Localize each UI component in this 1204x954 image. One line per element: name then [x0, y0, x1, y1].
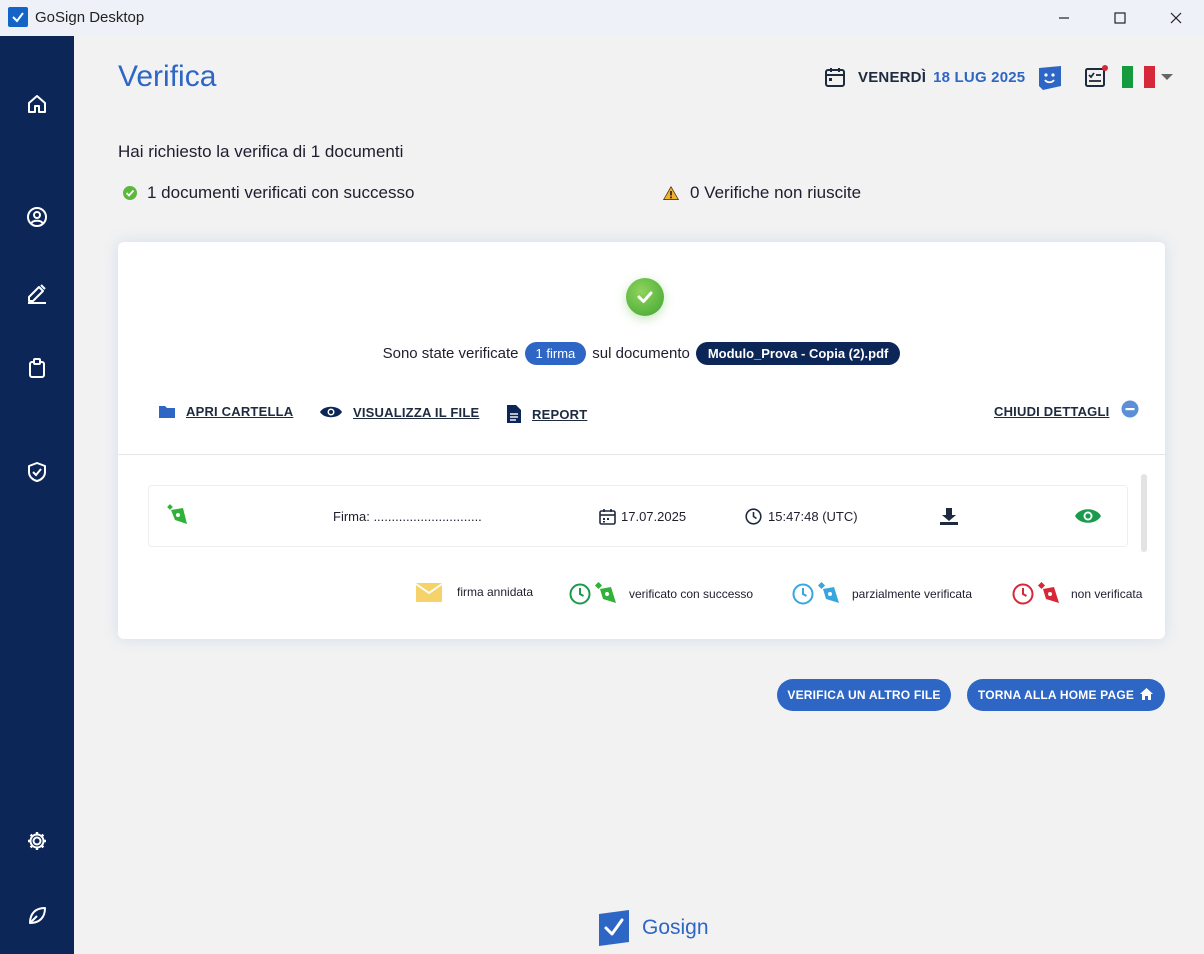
legend-partial: parzialmente verificata [792, 582, 972, 606]
signature-partial-icon [817, 582, 839, 603]
page-title: Verifica [118, 60, 217, 93]
legend-verified: verificato con successo [569, 582, 753, 606]
date-day: VENERDÌ [858, 68, 927, 86]
document-name-badge: Modulo_Prova - Copia (2).pdf [695, 342, 901, 365]
signature-signer: Firma: .............................. [333, 508, 482, 524]
leaf-icon [29, 907, 46, 924]
window-title: GoSign Desktop [35, 9, 145, 26]
signature-download-button[interactable] [939, 486, 959, 546]
failed-summary-text: 0 Verifiche non riuscite [690, 183, 862, 202]
legend-not-verified: non verificata [1012, 582, 1142, 606]
title-bar: GoSign Desktop [0, 0, 1204, 36]
verification-summary: Hai richiesto la verifica di 1 documenti [118, 142, 404, 161]
signature-view-button[interactable] [1074, 486, 1102, 546]
card-divider [118, 454, 1165, 455]
signature-icon [28, 284, 46, 304]
verify-another-file-button[interactable]: VERIFICA UN ALTRO FILE [777, 679, 951, 711]
signature-verified-icon [594, 582, 616, 603]
success-summary: 1 documenti verificati con successo [122, 183, 414, 203]
signature-date: 17.07.2025 [599, 486, 686, 546]
italy-flag-icon [1122, 66, 1155, 88]
clock-icon [745, 507, 762, 525]
gosign-logo: Gosign [598, 910, 709, 946]
open-folder-link[interactable]: APRI CARTELLA [158, 404, 293, 419]
signatures-count-badge: 1 firma [524, 342, 587, 365]
eye-icon [320, 406, 342, 418]
app-logo-icon [8, 7, 28, 27]
home-icon [28, 95, 46, 113]
clock-green-icon [569, 583, 591, 605]
verified-check-icon [626, 278, 664, 316]
verified-middle: sul documento [592, 345, 690, 362]
chat-face-icon [1039, 66, 1061, 90]
success-dot-icon [123, 186, 137, 200]
clipboard-icon [29, 358, 45, 378]
maximize-button[interactable] [1092, 0, 1148, 36]
view-file-link[interactable]: VISUALIZZA IL FILE [319, 404, 479, 420]
sidebar-item-home[interactable] [17, 86, 57, 122]
signature-list-scrollbar[interactable] [1141, 474, 1147, 552]
footer-brand: Gosign [642, 916, 709, 939]
eye-icon [1075, 509, 1101, 523]
sidebar-item-verify[interactable] [17, 454, 57, 490]
download-icon [940, 508, 958, 525]
warning-icon [663, 186, 679, 200]
document-icon [507, 405, 521, 423]
verified-prefix: Sono state verificate [382, 345, 519, 362]
user-icon [27, 207, 47, 227]
sidebar-item-documents[interactable] [17, 350, 57, 386]
calendar-icon [825, 68, 845, 87]
failed-summary: 0 Verifiche non riuscite [662, 183, 861, 203]
sidebar-item-sustainability[interactable] [17, 898, 57, 934]
sidebar-item-sign[interactable] [17, 275, 57, 311]
home-icon [1140, 687, 1154, 700]
success-summary-text: 1 documenti verificati con successo [147, 183, 415, 202]
back-to-home-button[interactable]: TORNA ALLA HOME PAGE [967, 679, 1165, 711]
folder-icon [159, 406, 175, 418]
sidebar-item-profile[interactable] [17, 199, 57, 235]
close-details-link[interactable]: CHIUDI DETTAGLI [994, 400, 1139, 419]
chevron-down-icon [1161, 74, 1173, 80]
signature-error-icon [1037, 582, 1059, 603]
date-value: 18 LUG 2025 [933, 68, 1026, 86]
task-list-icon [1085, 65, 1108, 87]
language-selector[interactable] [1122, 66, 1174, 88]
minus-circle-icon [1121, 400, 1139, 417]
clock-blue-icon [792, 583, 814, 605]
gear-icon [28, 832, 46, 850]
notifications-button[interactable] [1082, 64, 1110, 90]
minimize-button[interactable] [1036, 0, 1092, 36]
signature-row: Firma: .............................. 17… [148, 485, 1128, 547]
legend-nested: firma annidata [416, 582, 533, 602]
calendar-icon [599, 508, 616, 525]
signature-time: 15:47:48 (UTC) [745, 486, 858, 546]
shield-check-icon [28, 462, 46, 482]
sidebar-item-settings[interactable] [17, 823, 57, 859]
verified-info: Sono state verificate 1 firma sul docume… [118, 342, 1165, 365]
sidebar [0, 36, 74, 954]
report-link[interactable]: REPORT [506, 404, 587, 424]
signature-status [167, 486, 191, 546]
verification-card: Sono state verificate 1 firma sul docume… [118, 242, 1165, 639]
close-window-button[interactable] [1148, 0, 1204, 36]
signature-verified-icon [167, 504, 187, 524]
gosign-logo-icon [599, 910, 629, 946]
envelope-icon [416, 583, 442, 602]
clock-red-icon [1012, 583, 1034, 605]
assistant-button[interactable] [1036, 64, 1064, 92]
date-display: VENERDÌ 18 LUG 2025 [824, 64, 1025, 90]
